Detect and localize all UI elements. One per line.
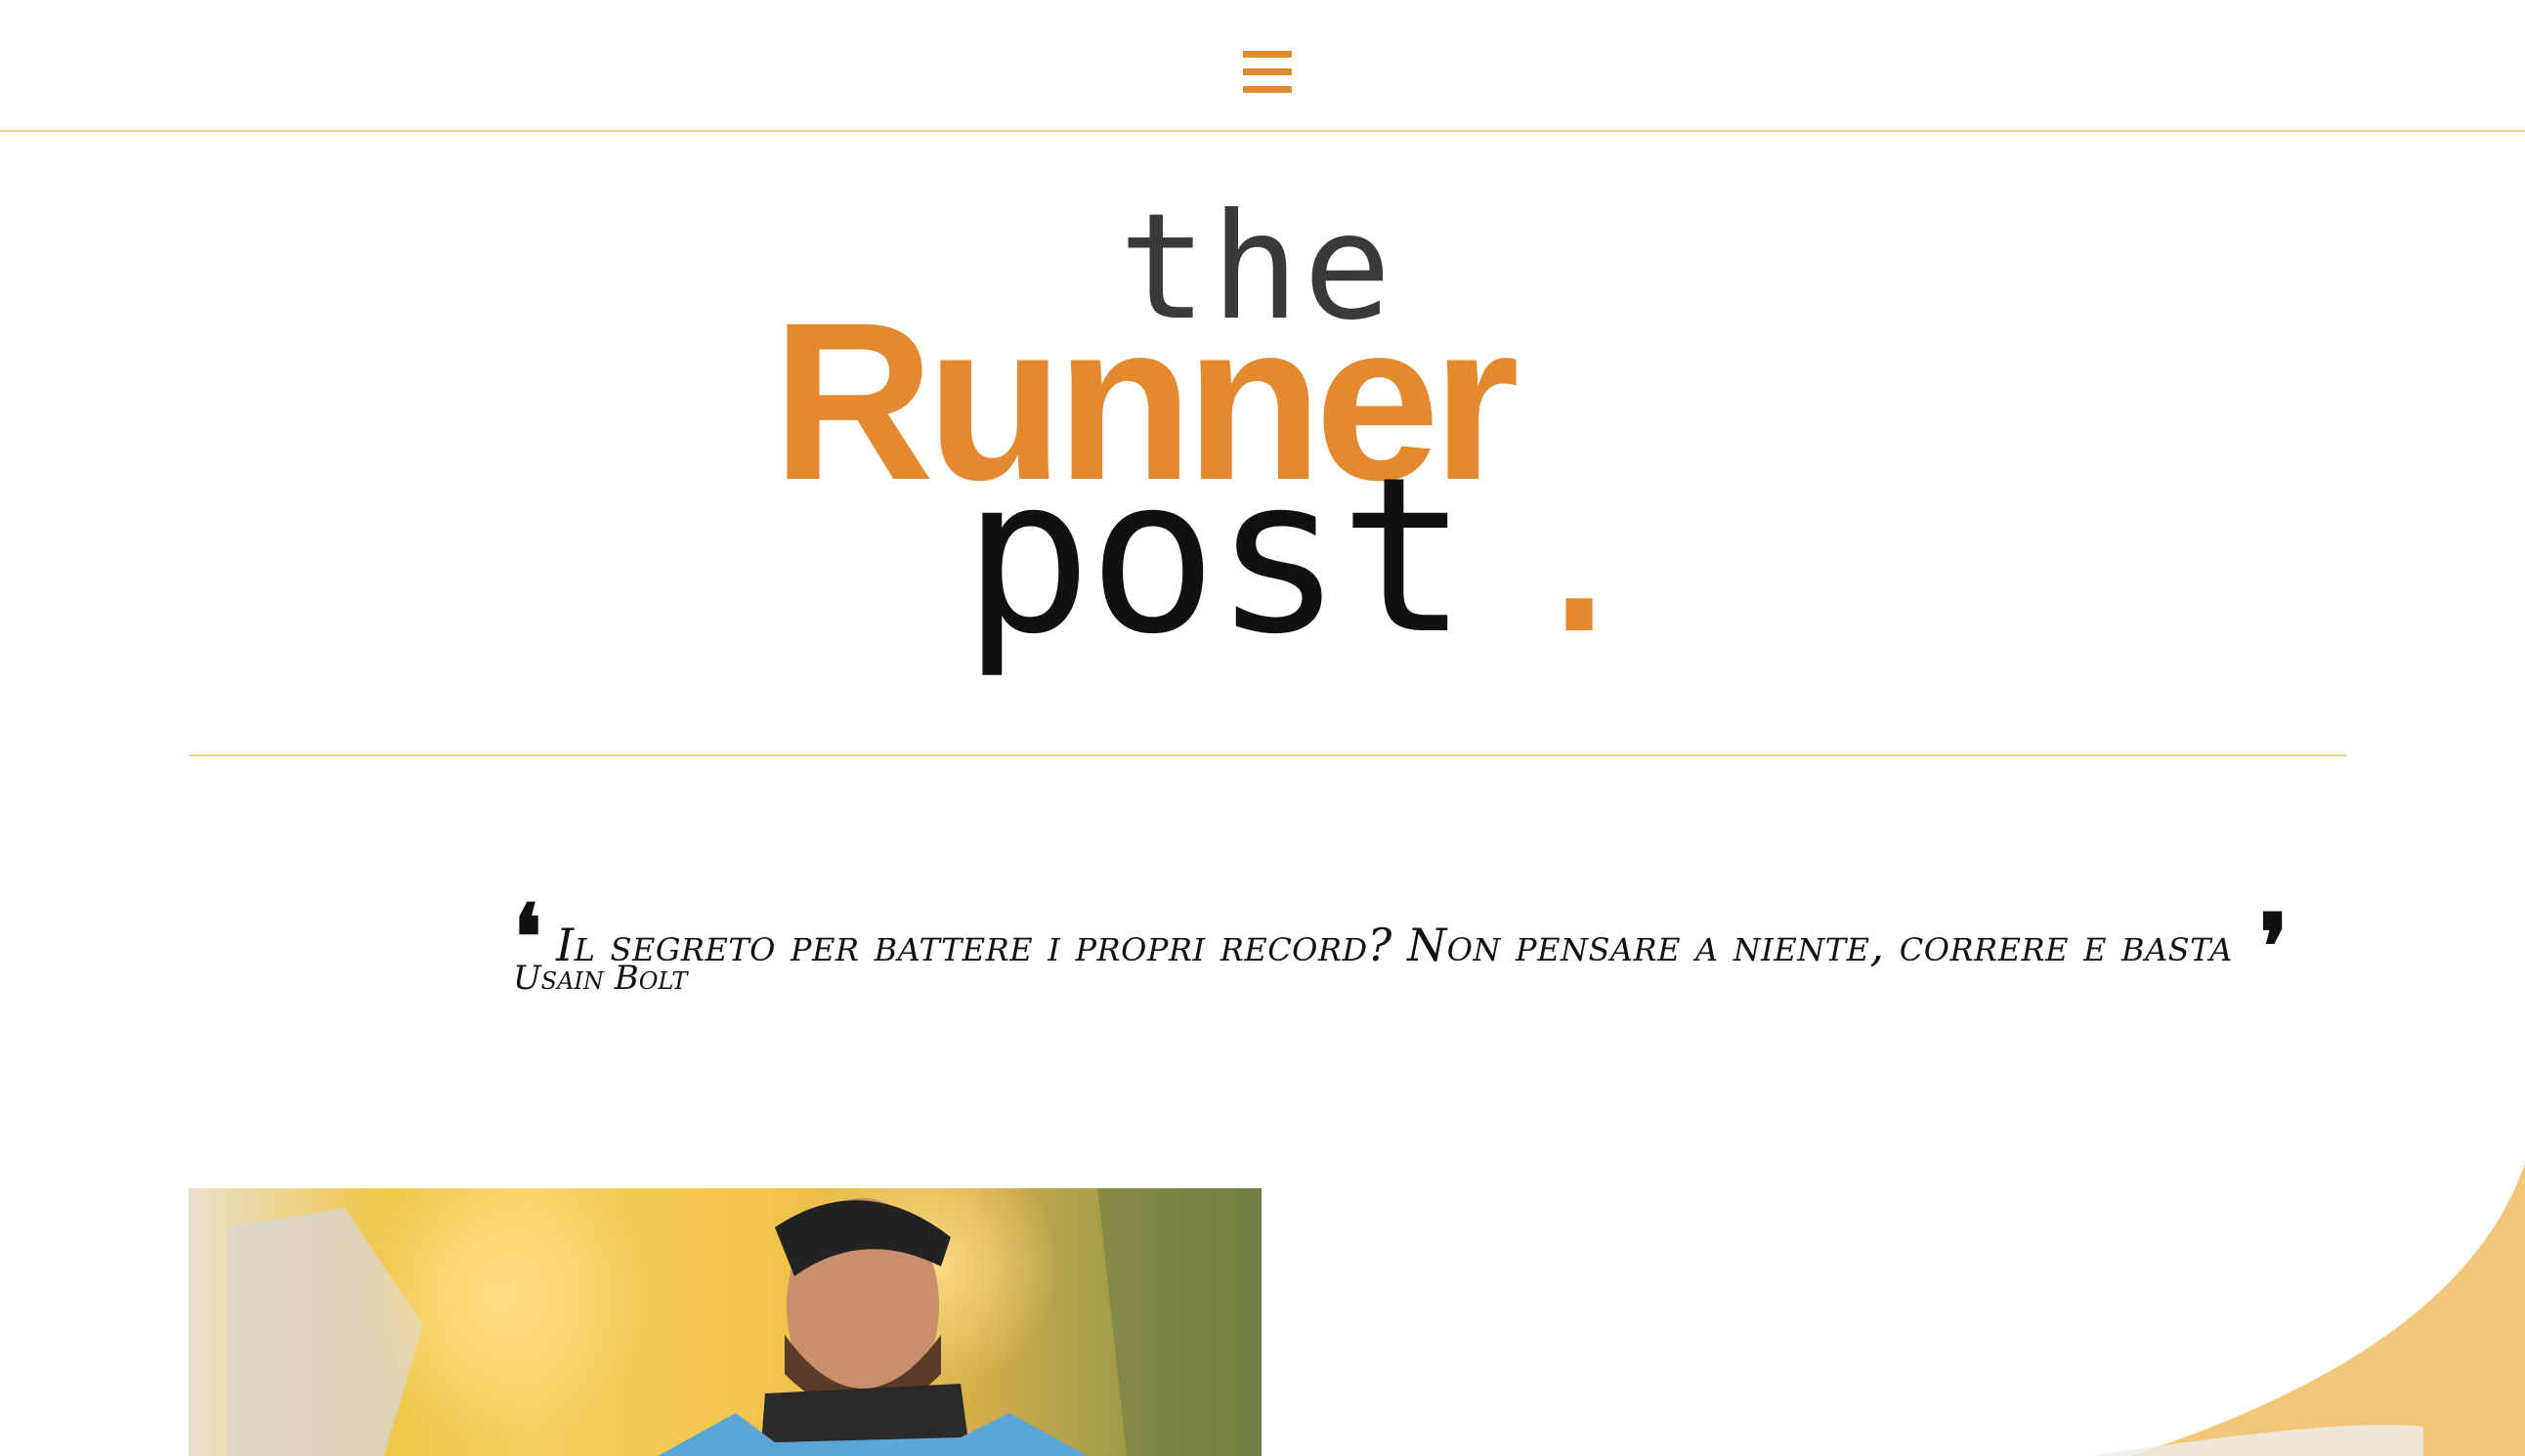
open-quote-icon: ❛ xyxy=(513,884,543,990)
logo-word-post: post xyxy=(963,431,1465,681)
top-navigation-bar xyxy=(0,0,2525,132)
quote-text: Il segreto per battere i propri record? … xyxy=(556,919,2233,971)
logo-dot: . xyxy=(1515,431,1644,681)
header-divider xyxy=(189,754,2346,756)
hero-photo-runner xyxy=(189,1188,1262,1456)
hamburger-line xyxy=(1243,68,1292,75)
close-quote-icon: ❜ xyxy=(2258,894,2290,1000)
decorative-corner-shape xyxy=(2052,1153,2525,1456)
quote-block: ❛ Il segreto per battere i propri record… xyxy=(513,884,2370,998)
hamburger-menu-icon[interactable] xyxy=(1243,51,1292,94)
hamburger-line xyxy=(1243,51,1292,58)
site-logo[interactable]: the Runner post . xyxy=(743,181,1798,708)
hamburger-line xyxy=(1243,86,1292,93)
quote-text-line: ❛ Il segreto per battere i propri record… xyxy=(513,884,2370,992)
